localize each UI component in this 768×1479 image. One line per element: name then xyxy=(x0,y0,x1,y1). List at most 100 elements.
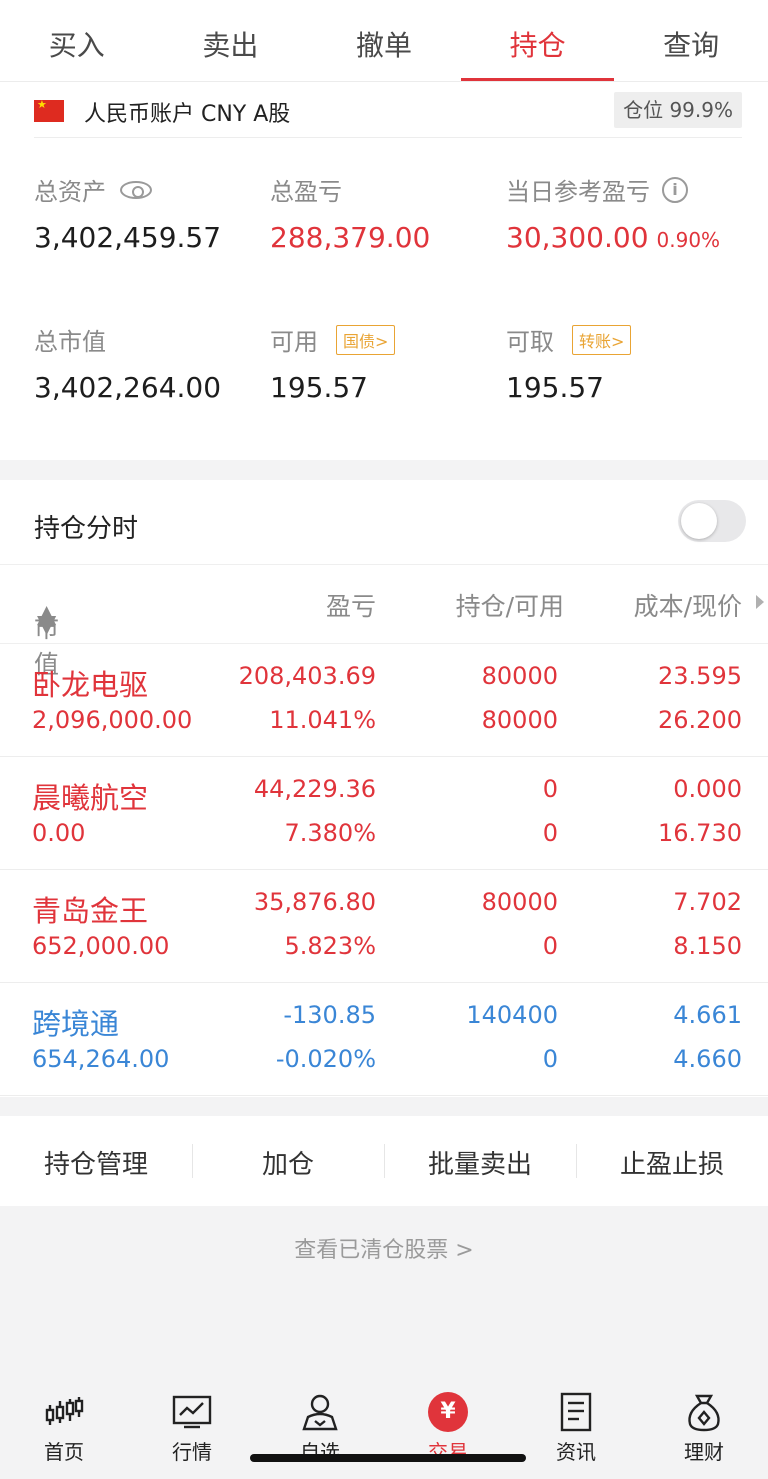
stock-cost: 0.000 xyxy=(673,775,742,803)
holdings-intraday-title: 持仓分时 xyxy=(34,514,139,544)
day-pl-label: 当日参考盈亏 xyxy=(506,178,650,206)
bottom-nav: 首页 行情 自选 ¥ 交易 资讯 理财 xyxy=(0,1378,768,1479)
account-selector[interactable]: 人民币账户 CNY A股 仓位 99.9% xyxy=(34,92,742,138)
total-pl-value: 288,379.00 xyxy=(270,221,431,254)
table-row[interactable]: 晨曦航空 0.00 44,229.36 7.380% 0 0 0.000 16.730 xyxy=(0,757,768,870)
stock-name: 晨曦航空 xyxy=(32,781,149,815)
position-ratio-badge: 仓位 99.9% xyxy=(614,92,742,128)
withdrawable-label: 可取 xyxy=(506,328,554,356)
account-summary: 人民币账户 CNY A股 仓位 99.9% 总资产 3,402,459.57 总… xyxy=(0,82,768,460)
stock-available: 0 xyxy=(542,932,558,960)
treasury-bond-link[interactable]: 国债> xyxy=(336,324,396,355)
stock-price: 4.660 xyxy=(673,1045,742,1073)
nav-news[interactable]: 资讯 xyxy=(512,1378,640,1479)
holdings-section: 持仓分时 市值 ▲ ▼ 盈亏 持仓/可用 成本/现价 卧龙电驱 2,096,000.0… xyxy=(0,480,768,1097)
scroll-right-icon[interactable] xyxy=(756,595,764,609)
tab-sell[interactable]: 卖出 xyxy=(154,0,308,81)
stock-pl: -130.85 xyxy=(283,1001,376,1029)
stock-price: 16.730 xyxy=(658,819,742,847)
total-pl: 总盈亏 288,379.00 xyxy=(270,172,430,254)
day-pl-value: 30,300.00 xyxy=(506,221,649,254)
holdings-table-header: 市值 ▲ ▼ 盈亏 持仓/可用 成本/现价 xyxy=(0,564,768,679)
yen-icon: ¥ xyxy=(384,1390,512,1434)
day-pl: 当日参考盈亏 i 30,300.00 0.90% xyxy=(506,172,720,254)
available-value: 195.57 xyxy=(270,371,368,404)
document-icon xyxy=(512,1390,640,1434)
stock-market-value: 654,264.00 xyxy=(32,1045,170,1073)
manage-positions-button[interactable]: 持仓管理 xyxy=(0,1116,192,1206)
market-value: 总市值 3,402,264.00 xyxy=(34,322,221,404)
stock-quantity: 0 xyxy=(542,775,558,803)
eye-icon[interactable] xyxy=(120,180,152,199)
person-icon xyxy=(256,1390,384,1434)
nav-watchlist[interactable]: 自选 xyxy=(256,1378,384,1479)
chart-monitor-icon xyxy=(128,1390,256,1434)
stock-price: 8.150 xyxy=(673,932,742,960)
stock-pl-percent: -0.020% xyxy=(275,1045,376,1073)
stock-pl: 44,229.36 xyxy=(253,775,376,803)
candlestick-icon xyxy=(0,1390,128,1434)
nav-home-label: 首页 xyxy=(44,1440,84,1464)
stock-available: 80000 xyxy=(481,706,558,734)
stock-pl-percent: 7.380% xyxy=(284,819,376,847)
available-funds: 可用 国债> 195.57 xyxy=(270,322,396,404)
nav-news-label: 资讯 xyxy=(556,1440,596,1464)
withdrawable-value: 195.57 xyxy=(506,371,604,404)
intraday-toggle[interactable] xyxy=(678,500,746,542)
stock-market-value: 652,000.00 xyxy=(32,932,170,960)
holdings-page: 买入 卖出 撤单 持仓 查询 人民币账户 CNY A股 仓位 99.9% 总资产… xyxy=(0,0,768,1479)
tab-cancel[interactable]: 撤单 xyxy=(307,0,461,81)
tab-query[interactable]: 查询 xyxy=(614,0,768,81)
nav-wealth[interactable]: 理财 xyxy=(640,1378,768,1479)
stock-quantity: 80000 xyxy=(481,662,558,690)
stock-quantity: 140400 xyxy=(466,1001,558,1029)
total-assets-label: 总资产 xyxy=(34,178,106,206)
cleared-stocks-link[interactable]: 查看已清仓股票 > xyxy=(0,1232,768,1264)
stock-pl-percent: 5.823% xyxy=(284,932,376,960)
column-cost-price: 成本/现价 xyxy=(633,592,742,621)
batch-sell-button[interactable]: 批量卖出 xyxy=(384,1116,576,1206)
available-label: 可用 xyxy=(270,328,318,356)
stock-cost: 23.595 xyxy=(658,662,742,690)
add-position-button[interactable]: 加仓 xyxy=(192,1116,384,1206)
total-assets-value: 3,402,459.57 xyxy=(34,221,222,254)
market-value-value: 3,402,264.00 xyxy=(34,371,222,404)
column-pl: 盈亏 xyxy=(325,592,376,621)
stock-price: 26.200 xyxy=(658,706,742,734)
money-bag-icon xyxy=(640,1390,768,1434)
nav-trade[interactable]: ¥ 交易 xyxy=(384,1378,512,1479)
stock-name: 跨境通 xyxy=(32,1007,120,1041)
table-row[interactable]: 青岛金王 652,000.00 35,876.80 5.823% 80000 0 7.702… xyxy=(0,870,768,983)
column-position: 持仓/可用 xyxy=(455,592,564,621)
stock-cost: 4.661 xyxy=(673,1001,742,1029)
market-value-label: 总市值 xyxy=(34,328,106,356)
home-indicator[interactable] xyxy=(250,1454,526,1462)
nav-wealth-label: 理财 xyxy=(684,1440,724,1464)
stock-available: 0 xyxy=(542,819,558,847)
holdings-action-bar: 持仓管理 加仓 批量卖出 止盈止损 xyxy=(0,1116,768,1206)
stock-market-value: 2,096,000.00 xyxy=(32,706,193,734)
trade-tabs: 买入 卖出 撤单 持仓 查询 xyxy=(0,0,768,82)
info-icon[interactable]: i xyxy=(662,176,688,203)
day-pl-percent: 0.90% xyxy=(656,228,721,252)
tab-buy[interactable]: 买入 xyxy=(0,0,154,81)
table-row[interactable]: 跨境通 654,264.00 -130.85 -0.020% 140400 0 4.661 4… xyxy=(0,983,768,1096)
table-row[interactable]: 卧龙电驱 2,096,000.00 208,403.69 11.041% 80000 80… xyxy=(0,644,768,757)
total-assets: 总资产 3,402,459.57 xyxy=(34,172,221,254)
stock-name: 青岛金王 xyxy=(32,894,149,928)
tab-holdings[interactable]: 持仓 xyxy=(460,0,615,81)
stock-name: 卧龙电驱 xyxy=(32,668,149,702)
stock-market-value: 0.00 xyxy=(32,819,86,847)
nav-market[interactable]: 行情 xyxy=(128,1378,256,1479)
account-name: 人民币账户 CNY A股 xyxy=(84,102,291,127)
transfer-link[interactable]: 转账> xyxy=(572,324,632,355)
withdrawable-funds: 可取 转账> 195.57 xyxy=(506,322,632,404)
take-profit-stop-loss-button[interactable]: 止盈止损 xyxy=(576,1116,768,1206)
sort-icon: ▲ ▼ xyxy=(37,599,57,638)
stock-cost: 7.702 xyxy=(673,888,742,916)
stock-quantity: 80000 xyxy=(481,888,558,916)
nav-market-label: 行情 xyxy=(172,1440,212,1464)
nav-home[interactable]: 首页 xyxy=(0,1378,128,1479)
china-flag-icon xyxy=(34,98,64,122)
stock-pl: 208,403.69 xyxy=(238,662,376,690)
